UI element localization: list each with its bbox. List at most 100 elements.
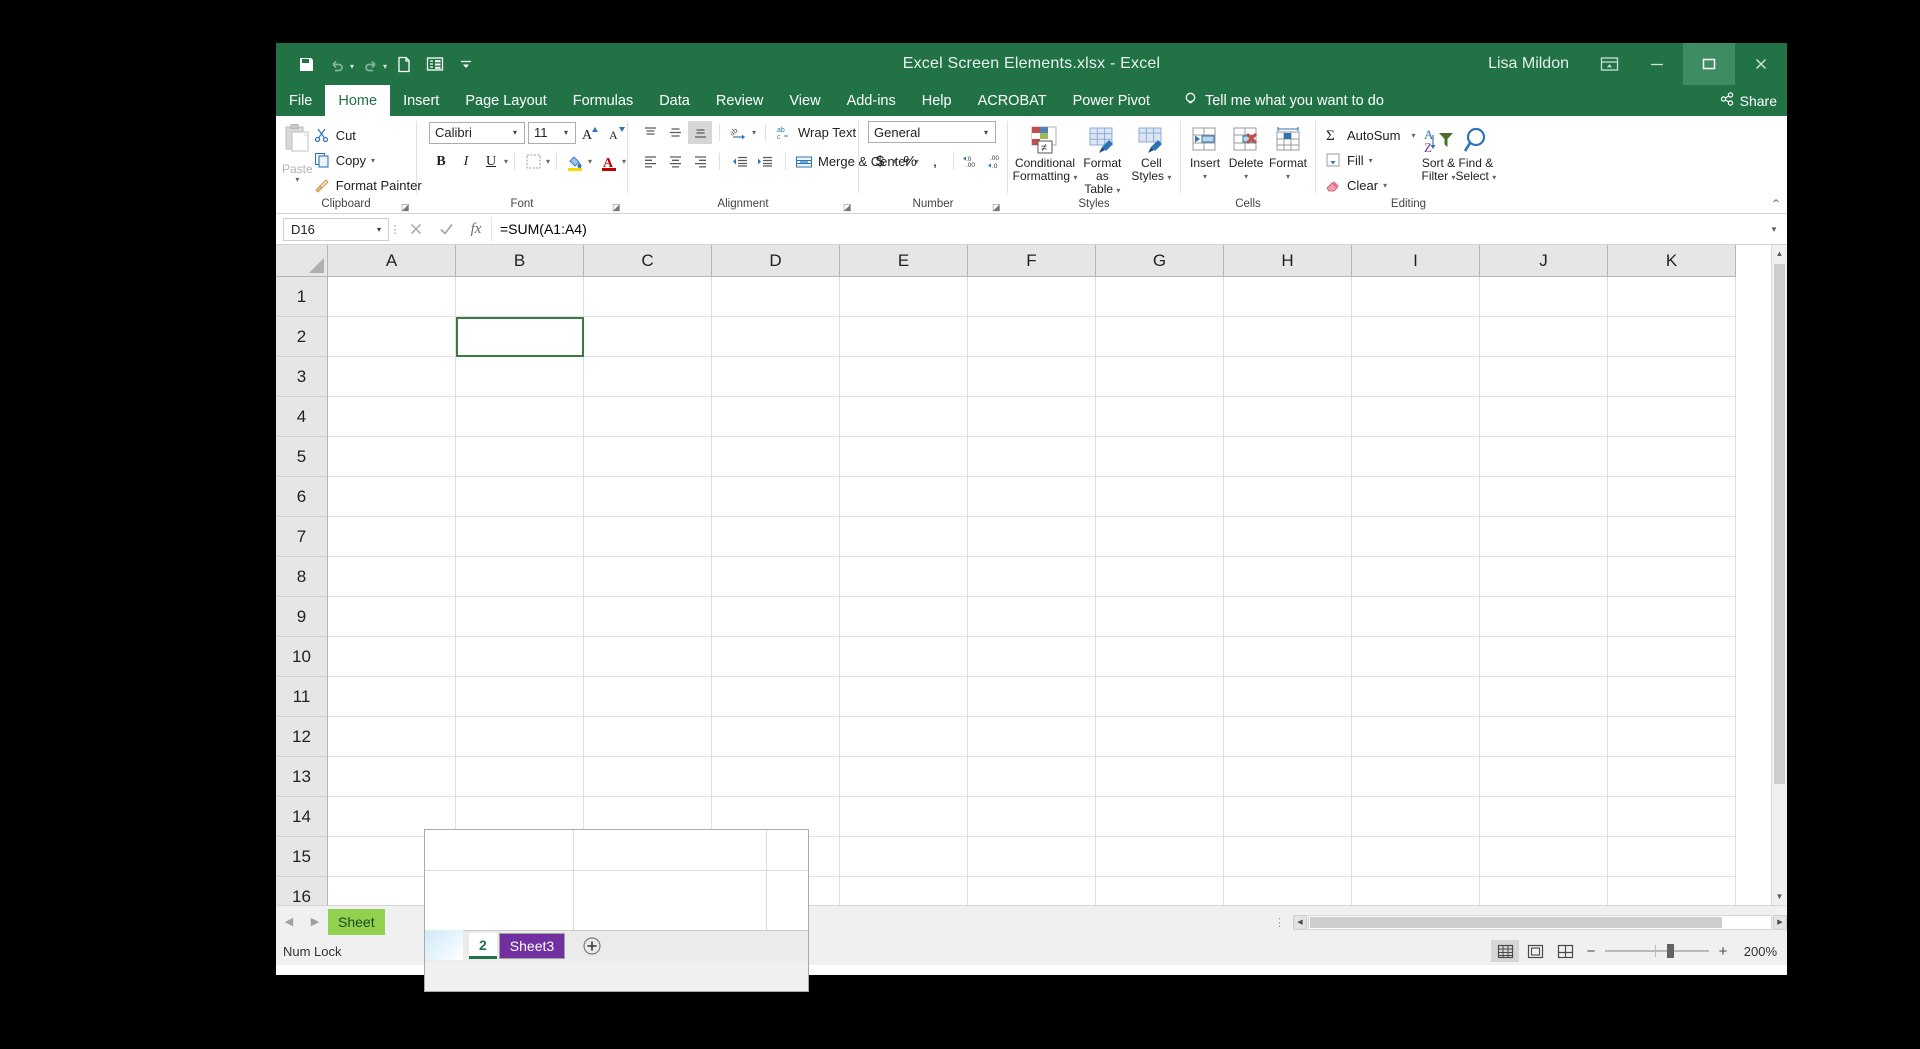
cell-D4[interactable] xyxy=(712,397,840,437)
account-name[interactable]: Lisa Mildon xyxy=(1488,55,1587,73)
cell-H12[interactable] xyxy=(1224,717,1352,757)
cell-F12[interactable] xyxy=(968,717,1096,757)
cell-C2[interactable] xyxy=(584,317,712,357)
chevron-down-icon[interactable]: ▾ xyxy=(559,128,573,137)
zoom-slider[interactable] xyxy=(1605,944,1709,958)
bold-button[interactable]: B xyxy=(429,150,453,173)
cell-F7[interactable] xyxy=(968,517,1096,557)
cell-K9[interactable] xyxy=(1608,597,1736,637)
row-header-10[interactable]: 10 xyxy=(276,637,328,677)
cell-E13[interactable] xyxy=(840,757,968,797)
align-left-button[interactable] xyxy=(638,150,662,173)
cell-I13[interactable] xyxy=(1352,757,1480,797)
minimize-button[interactable] xyxy=(1631,43,1683,85)
cell-B12[interactable] xyxy=(456,717,584,757)
underline-dropdown-icon[interactable]: ▾ xyxy=(504,157,508,166)
sort-filter-button[interactable]: AZ Sort & Filter ▾ xyxy=(1422,121,1456,184)
cell-C13[interactable] xyxy=(584,757,712,797)
cell-G7[interactable] xyxy=(1096,517,1224,557)
tab-help[interactable]: Help xyxy=(909,85,965,116)
cell-A5[interactable] xyxy=(328,437,456,477)
cell-J1[interactable] xyxy=(1480,277,1608,317)
cell-I4[interactable] xyxy=(1352,397,1480,437)
cell-D12[interactable] xyxy=(712,717,840,757)
normal-view-icon[interactable] xyxy=(1491,940,1519,962)
redo-dropdown-icon[interactable]: ▾ xyxy=(383,62,387,71)
cell-B2[interactable] xyxy=(456,317,584,357)
cell-E8[interactable] xyxy=(840,557,968,597)
zoom-slider-thumb[interactable] xyxy=(1667,944,1674,958)
cell-C9[interactable] xyxy=(584,597,712,637)
tab-formulas[interactable]: Formulas xyxy=(560,85,646,116)
cell-G9[interactable] xyxy=(1096,597,1224,637)
tell-me-search[interactable]: Tell me what you want to do xyxy=(1183,85,1384,116)
format-cells-dropdown-icon[interactable]: ▾ xyxy=(1286,170,1290,183)
cell-I14[interactable] xyxy=(1352,797,1480,837)
borders-dropdown-icon[interactable]: ▾ xyxy=(546,157,550,166)
form-icon[interactable] xyxy=(420,50,449,79)
cell-G10[interactable] xyxy=(1096,637,1224,677)
tab-file[interactable]: File xyxy=(276,85,325,116)
insert-function-button[interactable]: fx xyxy=(461,217,491,241)
cell-J10[interactable] xyxy=(1480,637,1608,677)
tab-review[interactable]: Review xyxy=(703,85,777,116)
row-header-16[interactable]: 16 xyxy=(276,877,328,905)
fill-button[interactable]: Fill ▾ xyxy=(1324,150,1416,170)
find-select-button[interactable]: Find & Select ▾ xyxy=(1456,121,1496,184)
cell-K15[interactable] xyxy=(1608,837,1736,877)
cell-H14[interactable] xyxy=(1224,797,1352,837)
align-bottom-button[interactable] xyxy=(688,121,712,144)
row-header-8[interactable]: 8 xyxy=(276,557,328,597)
cell-A8[interactable] xyxy=(328,557,456,597)
cell-E4[interactable] xyxy=(840,397,968,437)
row-header-3[interactable]: 3 xyxy=(276,357,328,397)
cell-area[interactable]: 0 xyxy=(328,277,1736,905)
cell-E7[interactable] xyxy=(840,517,968,557)
cell-B5[interactable] xyxy=(456,437,584,477)
cell-E10[interactable] xyxy=(840,637,968,677)
cell-F8[interactable] xyxy=(968,557,1096,597)
cell-B13[interactable] xyxy=(456,757,584,797)
tab-page-layout[interactable]: Page Layout xyxy=(452,85,559,116)
tab-home[interactable]: Home xyxy=(325,85,391,116)
copy-button[interactable]: Copy ▾ xyxy=(313,150,422,170)
fill-color-button[interactable] xyxy=(563,150,587,173)
cell-D9[interactable] xyxy=(712,597,840,637)
cell-F5[interactable] xyxy=(968,437,1096,477)
cell-H3[interactable] xyxy=(1224,357,1352,397)
cell-H7[interactable] xyxy=(1224,517,1352,557)
cell-K2[interactable] xyxy=(1608,317,1736,357)
collapse-ribbon-icon[interactable]: ⌃ xyxy=(1771,197,1781,211)
cell-B8[interactable] xyxy=(456,557,584,597)
cell-G13[interactable] xyxy=(1096,757,1224,797)
cell-F10[interactable] xyxy=(968,637,1096,677)
clear-button[interactable]: Clear ▾ xyxy=(1324,175,1416,195)
cell-K6[interactable] xyxy=(1608,477,1736,517)
paste-dropdown-icon[interactable]: ▾ xyxy=(295,176,299,184)
previous-sheet-button[interactable]: ◀ xyxy=(276,915,302,928)
cell-F16[interactable] xyxy=(968,877,1096,905)
cell-H2[interactable] xyxy=(1224,317,1352,357)
cell-E16[interactable] xyxy=(840,877,968,905)
cell-J15[interactable] xyxy=(1480,837,1608,877)
cell-H16[interactable] xyxy=(1224,877,1352,905)
fill-color-dropdown-icon[interactable]: ▾ xyxy=(588,157,592,166)
cell-G6[interactable] xyxy=(1096,477,1224,517)
cell-D5[interactable] xyxy=(712,437,840,477)
cell-C6[interactable] xyxy=(584,477,712,517)
cell-C7[interactable] xyxy=(584,517,712,557)
column-header-J[interactable]: J xyxy=(1480,245,1608,277)
row-header-14[interactable]: 14 xyxy=(276,797,328,837)
cell-I2[interactable] xyxy=(1352,317,1480,357)
insert-cells-button[interactable]: Insert ▾ xyxy=(1185,121,1225,183)
cell-D1[interactable] xyxy=(712,277,840,317)
next-sheet-button[interactable]: ▶ xyxy=(302,915,328,928)
row-header-12[interactable]: 12 xyxy=(276,717,328,757)
alignment-dialog-launcher[interactable]: ◪ xyxy=(843,201,855,213)
cell-G2[interactable] xyxy=(1096,317,1224,357)
cell-F4[interactable] xyxy=(968,397,1096,437)
row-header-15[interactable]: 15 xyxy=(276,837,328,877)
cell-A6[interactable] xyxy=(328,477,456,517)
align-center-button[interactable] xyxy=(663,150,687,173)
cell-F1[interactable] xyxy=(968,277,1096,317)
